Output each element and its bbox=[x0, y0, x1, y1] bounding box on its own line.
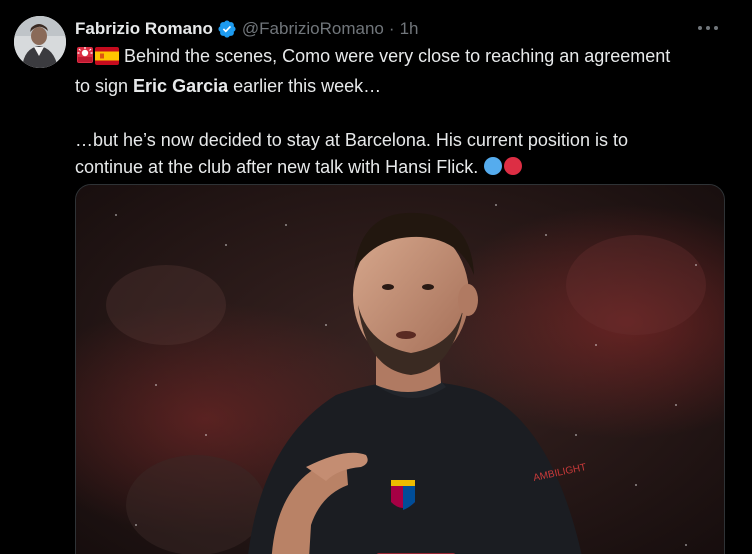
separator-dot: · bbox=[388, 19, 395, 38]
spain-flag-icon bbox=[95, 46, 119, 73]
more-options-icon[interactable] bbox=[698, 22, 718, 34]
avatar[interactable] bbox=[14, 16, 66, 68]
verified-badge-icon bbox=[217, 19, 237, 39]
tweet-line-2-post: earlier this week… bbox=[228, 76, 382, 96]
author-name[interactable]: Fabrizio Romano bbox=[75, 19, 213, 39]
tweet-line-1-text: Behind the scenes, Como were very close … bbox=[119, 46, 671, 66]
tweet-line-3: …but he’s now decided to stay at Barcelo… bbox=[75, 130, 628, 150]
tweet-line-4: continue at the club after new talk with… bbox=[75, 154, 735, 184]
author-handle[interactable]: @FabrizioRomano bbox=[242, 19, 384, 39]
tweet-text: Behind the scenes, Como were very close … bbox=[75, 43, 735, 184]
timestamp[interactable]: 1h bbox=[400, 19, 419, 39]
red-circle-icon bbox=[503, 156, 523, 184]
police-car-light-icon bbox=[75, 45, 95, 73]
tweet-header: Fabrizio Romano @FabrizioRomano · 1h bbox=[75, 16, 418, 42]
tweet-line-2-pre: to sign bbox=[75, 76, 134, 96]
tweet-line-4-text: continue at the club after new talk with… bbox=[75, 157, 484, 177]
blue-circle-icon bbox=[483, 156, 503, 184]
tweet-card[interactable]: Fabrizio Romano @FabrizioRomano · 1h Beh… bbox=[0, 0, 752, 554]
tweet-media-photo[interactable]: AMBILIGHT bbox=[75, 184, 725, 554]
tweet-line-1: Behind the scenes, Como were very close … bbox=[75, 43, 735, 73]
player-name: Eric Garcia bbox=[133, 76, 229, 96]
tweet-line-2: to sign Eric Garcia earlier this week… bbox=[75, 73, 735, 100]
